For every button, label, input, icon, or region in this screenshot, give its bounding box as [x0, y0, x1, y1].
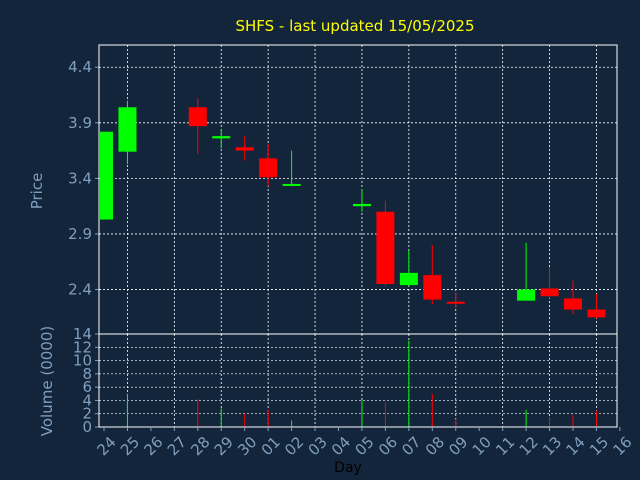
candle-body	[446, 301, 465, 304]
x-tick-label: 02	[281, 433, 307, 459]
x-tick-label: 25	[117, 433, 143, 459]
candle-body	[188, 107, 207, 127]
x-tick-label: 12	[516, 433, 542, 459]
candle-body	[517, 289, 536, 301]
price-grid	[99, 45, 617, 334]
volume-tick-label: 14	[73, 325, 92, 343]
candle-body	[587, 309, 606, 318]
candle-body	[282, 183, 301, 186]
x-tick-label: 24	[94, 433, 120, 459]
candle-body	[259, 158, 278, 178]
x-tick-label: 04	[328, 433, 354, 459]
candle-body	[352, 203, 371, 207]
candle-body	[564, 298, 582, 310]
x-tick-label: 10	[469, 433, 495, 459]
x-tick-label: 14	[563, 433, 589, 459]
price-y-ticks: 2.4 2.9 3.4 3.9 4.4	[68, 58, 99, 299]
x-tick-label: 28	[187, 433, 213, 459]
volume-panel	[98, 333, 618, 428]
x-tick-label: 08	[422, 433, 448, 459]
price-panel	[98, 44, 618, 335]
candles	[100, 98, 606, 319]
price-tick-label: 3.9	[68, 114, 92, 132]
price-tick-label: 2.9	[68, 225, 92, 243]
candle-body	[540, 288, 559, 297]
x-tick-label: 16	[609, 433, 635, 459]
x-tick-label: 07	[398, 433, 424, 459]
x-tick-label: 27	[164, 433, 190, 459]
volume-y-ticks: 02468101214	[73, 325, 99, 436]
candle-body	[235, 147, 254, 151]
candle-body	[423, 275, 442, 300]
candle-body	[376, 211, 395, 284]
volume-grid	[99, 334, 617, 427]
x-tick-label: 05	[351, 433, 377, 459]
x-tick-label: 15	[586, 433, 612, 459]
x-tick-label: 13	[539, 433, 565, 459]
price-tick-label: 2.4	[68, 281, 92, 299]
x-tick-label: 03	[305, 433, 331, 459]
stock-chart: SHFS - last updated 15/05/2025 2.4 2.9 3.4…	[28, 17, 636, 476]
x-axis-label: Day	[334, 460, 362, 476]
x-tick-label: 11	[492, 433, 518, 459]
price-tick-label: 3.4	[68, 169, 92, 187]
x-tick-label: 29	[211, 433, 237, 459]
x-tick-label: 06	[375, 433, 401, 459]
x-ticks: 2425262728293001020304050607080910111213…	[94, 427, 636, 459]
x-tick-label: 09	[445, 433, 471, 459]
candle-body	[118, 107, 137, 152]
chart-title: SHFS - last updated 15/05/2025	[235, 17, 474, 35]
x-tick-label: 30	[234, 433, 260, 459]
volume-axis-label: Volume (0000)	[38, 326, 56, 436]
x-tick-label: 01	[258, 433, 284, 459]
x-tick-label: 26	[140, 433, 166, 459]
candle-body	[212, 136, 231, 139]
candle-body	[100, 131, 113, 220]
price-tick-label: 4.4	[68, 58, 92, 76]
price-axis-label: Price	[28, 173, 46, 210]
candle-body	[399, 272, 418, 286]
